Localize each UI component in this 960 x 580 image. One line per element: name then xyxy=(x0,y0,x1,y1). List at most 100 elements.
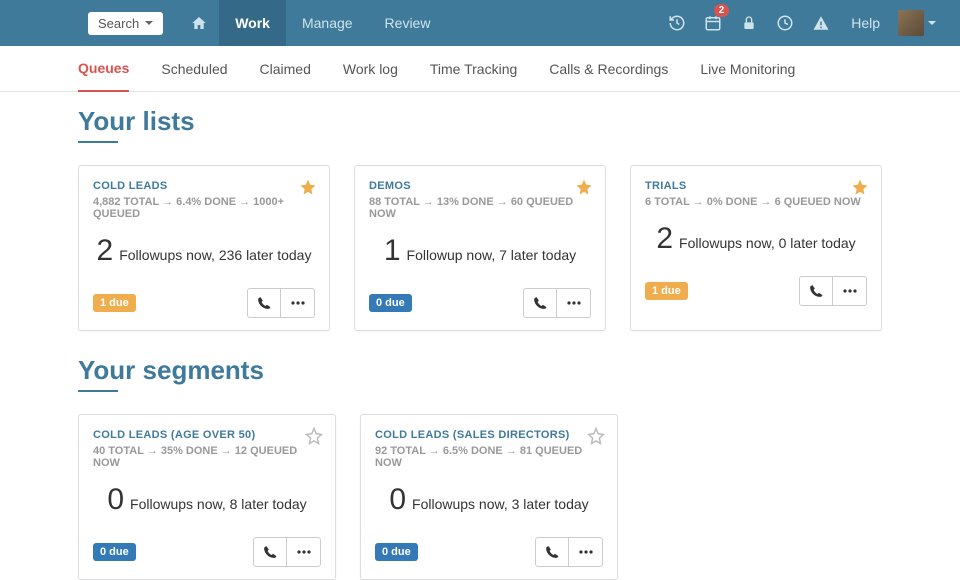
phone-icon xyxy=(533,296,547,310)
followup-count: 2 xyxy=(97,234,114,268)
title-underline xyxy=(78,141,118,143)
nav-review[interactable]: Review xyxy=(369,0,447,46)
nav-manage[interactable]: Manage xyxy=(286,0,369,46)
lists-cards: COLD LEADS 4,882 TOTAL → 6.4% DONE → 100… xyxy=(78,165,882,331)
card-followups: 0 Followups now, 8 later today xyxy=(93,483,321,517)
followup-text: Followups now, 3 later today xyxy=(412,496,589,512)
card-stats: 40 TOTAL → 35% DONE → 12 QUEUED NOW xyxy=(93,445,321,469)
star-toggle[interactable] xyxy=(305,427,323,445)
call-button[interactable] xyxy=(253,537,287,567)
search-label: Search xyxy=(98,16,139,31)
card-followups: 1 Followup now, 7 later today xyxy=(369,234,591,268)
call-button[interactable] xyxy=(523,288,557,318)
card-bottom: 0 due xyxy=(375,537,603,567)
star-toggle[interactable] xyxy=(299,178,317,196)
card-title[interactable]: DEMOS xyxy=(369,180,591,192)
tab-livemonitoring[interactable]: Live Monitoring xyxy=(700,46,795,92)
list-card: COLD LEADS 4,882 TOTAL → 6.4% DONE → 100… xyxy=(78,165,330,331)
card-stats: 88 TOTAL → 13% DONE → 60 QUEUED NOW xyxy=(369,196,591,220)
more-button[interactable] xyxy=(569,537,603,567)
phone-icon xyxy=(257,296,271,310)
home-icon xyxy=(191,15,207,31)
star-outline-icon xyxy=(305,427,323,445)
tab-calls[interactable]: Calls & Recordings xyxy=(549,46,668,92)
card-stats: 6 TOTAL → 0% DONE → 6 QUEUED NOW xyxy=(645,196,867,208)
card-bottom: 0 due xyxy=(369,288,591,318)
home-button[interactable] xyxy=(179,0,219,46)
due-badge[interactable]: 1 due xyxy=(93,294,136,312)
more-button[interactable] xyxy=(833,276,867,306)
due-badge[interactable]: 1 due xyxy=(645,282,688,300)
title-underline xyxy=(78,390,118,392)
caret-down-icon xyxy=(928,21,936,25)
card-title[interactable]: COLD LEADS (AGE OVER 50) xyxy=(93,429,321,441)
section-title-lists: Your lists xyxy=(78,106,882,137)
followup-count: 1 xyxy=(384,234,401,268)
tab-timetracking[interactable]: Time Tracking xyxy=(430,46,517,92)
star-toggle[interactable] xyxy=(575,178,593,196)
phone-icon xyxy=(545,545,559,559)
card-title[interactable]: TRIALS xyxy=(645,180,867,192)
avatar xyxy=(898,10,924,36)
user-menu[interactable] xyxy=(892,10,942,36)
followup-text: Followups now, 0 later today xyxy=(679,235,856,251)
card-bottom: 0 due xyxy=(93,537,321,567)
segment-card: COLD LEADS (AGE OVER 50) 40 TOTAL → 35% … xyxy=(78,414,336,580)
help-link[interactable]: Help xyxy=(839,15,892,31)
star-outline-icon xyxy=(587,427,605,445)
tab-worklog[interactable]: Work log xyxy=(343,46,398,92)
more-button[interactable] xyxy=(557,288,591,318)
card-title[interactable]: COLD LEADS (SALES DIRECTORS) xyxy=(375,429,603,441)
followup-text: Followups now, 236 later today xyxy=(119,247,311,263)
clock-button[interactable] xyxy=(767,0,803,46)
due-badge[interactable]: 0 due xyxy=(369,294,412,312)
ellipsis-icon xyxy=(567,301,581,305)
tab-queues[interactable]: Queues xyxy=(78,46,129,92)
nav-work[interactable]: Work xyxy=(219,0,286,46)
phone-icon xyxy=(809,284,823,298)
due-badge[interactable]: 0 due xyxy=(93,543,136,561)
card-actions xyxy=(535,537,603,567)
ellipsis-icon xyxy=(291,301,305,305)
star-toggle[interactable] xyxy=(587,427,605,445)
ellipsis-icon xyxy=(843,289,857,293)
card-followups: 2 Followups now, 236 later today xyxy=(93,234,315,268)
followup-text: Followups now, 8 later today xyxy=(130,496,307,512)
due-badge[interactable]: 0 due xyxy=(375,543,418,561)
history-button[interactable] xyxy=(659,0,695,46)
card-title[interactable]: COLD LEADS xyxy=(93,180,315,192)
section-title-segments: Your segments xyxy=(78,355,882,386)
card-actions xyxy=(253,537,321,567)
calendar-button[interactable]: 2 xyxy=(695,0,731,46)
clock-icon xyxy=(776,14,794,32)
star-icon xyxy=(299,178,317,196)
card-bottom: 1 due xyxy=(93,288,315,318)
star-toggle[interactable] xyxy=(851,178,869,196)
followup-count: 2 xyxy=(656,222,673,256)
card-followups: 2 Followups now, 0 later today xyxy=(645,222,867,256)
calendar-badge: 2 xyxy=(714,4,730,17)
search-dropdown[interactable]: Search xyxy=(88,12,163,35)
list-card: TRIALS 6 TOTAL → 0% DONE → 6 QUEUED NOW … xyxy=(630,165,882,331)
caret-down-icon xyxy=(145,21,153,25)
call-button[interactable] xyxy=(799,276,833,306)
call-button[interactable] xyxy=(535,537,569,567)
alert-button[interactable] xyxy=(803,0,839,46)
phone-icon xyxy=(263,545,277,559)
ellipsis-icon xyxy=(579,550,593,554)
star-icon xyxy=(851,178,869,196)
followup-text: Followup now, 7 later today xyxy=(407,247,577,263)
tab-scheduled[interactable]: Scheduled xyxy=(161,46,227,92)
lock-button[interactable] xyxy=(731,0,767,46)
card-actions xyxy=(247,288,315,318)
list-card: DEMOS 88 TOTAL → 13% DONE → 60 QUEUED NO… xyxy=(354,165,606,331)
more-button[interactable] xyxy=(287,537,321,567)
ellipsis-icon xyxy=(297,550,311,554)
more-button[interactable] xyxy=(281,288,315,318)
call-button[interactable] xyxy=(247,288,281,318)
tab-claimed[interactable]: Claimed xyxy=(260,46,311,92)
content: Your lists COLD LEADS 4,882 TOTAL → 6.4%… xyxy=(0,92,960,580)
topbar: Search Work Manage Review 2 Help xyxy=(0,0,960,46)
card-actions xyxy=(799,276,867,306)
lock-icon xyxy=(741,15,757,31)
